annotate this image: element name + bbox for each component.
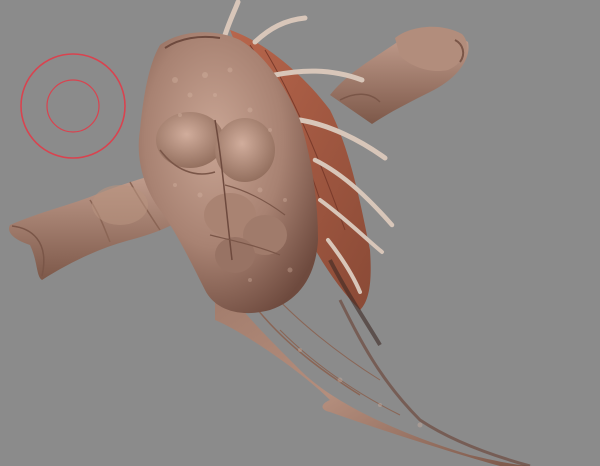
brush-outer-ring bbox=[20, 53, 126, 159]
brush-radius-icon bbox=[20, 53, 126, 159]
brush-inner-ring bbox=[46, 79, 100, 133]
sculpt-viewport[interactable] bbox=[0, 0, 600, 466]
